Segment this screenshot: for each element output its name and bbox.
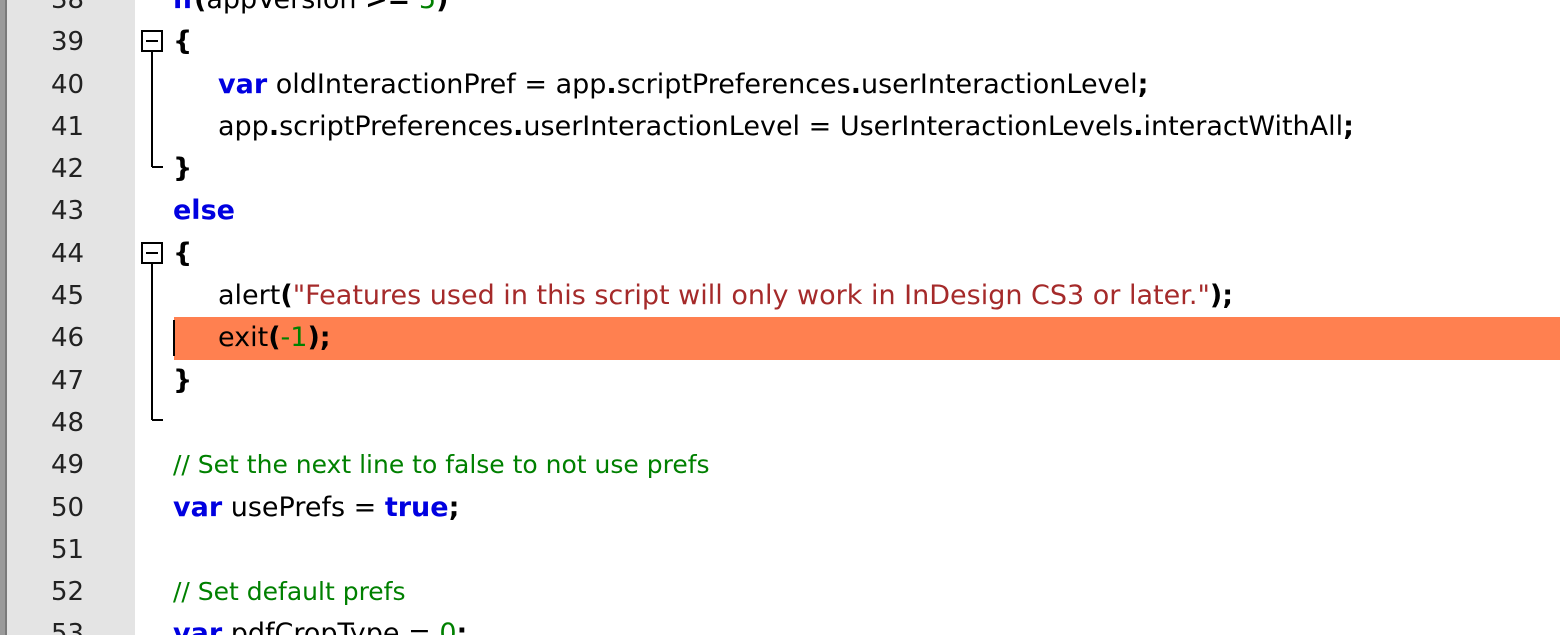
- token-kw: if: [173, 0, 194, 15]
- token-op: );: [307, 322, 331, 354]
- token-kw: var: [173, 618, 223, 635]
- code-text: // Set default prefs: [173, 571, 406, 613]
- token-num: -1: [280, 322, 308, 354]
- token-text: app: [218, 110, 269, 142]
- code-line[interactable]: }: [0, 148, 1560, 190]
- token-op: .: [850, 68, 861, 100]
- code-line[interactable]: {: [0, 21, 1560, 63]
- token-op: ;: [1343, 110, 1354, 142]
- code-line[interactable]: alert("Features used in this script will…: [0, 275, 1560, 317]
- token-text: pdfCropType =: [222, 618, 440, 635]
- token-op: }: [173, 364, 193, 396]
- code-line[interactable]: var pdfCropType = 0;: [0, 613, 1560, 635]
- code-line[interactable]: var usePrefs = true;: [0, 487, 1560, 529]
- token-op: .: [606, 68, 617, 100]
- token-text: alert: [218, 280, 281, 312]
- code-text: app.scriptPreferences.userInteractionLev…: [218, 106, 1354, 148]
- fold-toggle-39[interactable]: [141, 30, 163, 52]
- code-text: }: [173, 148, 192, 190]
- token-op: ): [436, 0, 448, 15]
- code-line[interactable]: // Set the next line to false to not use…: [0, 444, 1560, 486]
- token-num: 0: [439, 618, 457, 635]
- code-text: }: [173, 360, 192, 402]
- code-text: // Set the next line to false to not use…: [173, 444, 710, 486]
- code-line[interactable]: }: [0, 360, 1560, 402]
- code-line[interactable]: {: [0, 233, 1560, 275]
- token-text: scriptPreferences: [616, 68, 851, 100]
- token-text: scriptPreferences: [279, 110, 514, 142]
- code-line[interactable]: [0, 529, 1560, 571]
- token-text: exit: [218, 322, 269, 354]
- token-num: 5: [419, 0, 436, 15]
- code-text: var pdfCropType = 0;: [173, 613, 467, 635]
- token-text: userInteractionLevel: [861, 68, 1138, 100]
- code-text: if(appVersion >= 5): [173, 0, 448, 21]
- token-op: ;: [1137, 68, 1149, 100]
- code-text: {: [173, 233, 192, 275]
- code-text: var oldInteractionPref = app.scriptPrefe…: [218, 64, 1148, 106]
- token-op: {: [173, 237, 193, 269]
- token-op: {: [173, 26, 193, 58]
- token-op: ;: [456, 618, 468, 635]
- code-text: alert("Features used in this script will…: [218, 275, 1233, 317]
- code-line[interactable]: var oldInteractionPref = app.scriptPrefe…: [0, 64, 1560, 106]
- token-op: (: [268, 322, 281, 354]
- token-text: userInteractionLevel = UserInteractionLe…: [523, 110, 1134, 142]
- code-line[interactable]: [0, 402, 1560, 444]
- token-text: usePrefs =: [222, 491, 385, 523]
- code-area[interactable]: if(appVersion >= 5){var oldInteractionPr…: [0, 0, 1560, 635]
- token-op: >=: [365, 0, 410, 15]
- code-line[interactable]: // Set default prefs: [0, 571, 1560, 613]
- token-op: .: [513, 110, 524, 142]
- token-op: );: [1209, 280, 1233, 312]
- code-editor[interactable]: 38394041424344454647484950515253 if(appV…: [0, 0, 1560, 635]
- token-kw: var: [218, 68, 268, 100]
- token-op: (: [194, 0, 206, 15]
- code-line[interactable]: if(appVersion >= 5): [0, 0, 1560, 21]
- token-cmt: // Set the next line to false to not use…: [173, 450, 710, 480]
- token-text: interactWithAll: [1143, 110, 1344, 142]
- fold-toggle-44[interactable]: [141, 242, 163, 264]
- code-text: exit(-1);: [218, 317, 331, 359]
- code-text: {: [173, 21, 192, 63]
- token-kw: else: [173, 195, 235, 227]
- code-line-current[interactable]: exit(-1);: [0, 317, 1560, 360]
- code-line[interactable]: app.scriptPreferences.userInteractionLev…: [0, 106, 1560, 148]
- token-text: appVersion: [206, 0, 365, 15]
- token-op: (: [280, 280, 293, 312]
- token-op: .: [1133, 110, 1144, 142]
- code-text: else: [173, 190, 235, 232]
- token-op: .: [268, 110, 280, 142]
- token-op: ;: [448, 491, 460, 523]
- token-op: }: [173, 153, 193, 185]
- token-kw: var: [173, 491, 223, 523]
- token-kw: true: [384, 491, 449, 523]
- token-str: "Features used in this script will only …: [292, 280, 1210, 312]
- fold-tree: [141, 30, 175, 421]
- code-text: var usePrefs = true;: [173, 487, 459, 529]
- token-cmt: // Set default prefs: [173, 577, 406, 607]
- code-line[interactable]: else: [0, 190, 1560, 232]
- token-text: oldInteractionPref = app: [267, 68, 607, 100]
